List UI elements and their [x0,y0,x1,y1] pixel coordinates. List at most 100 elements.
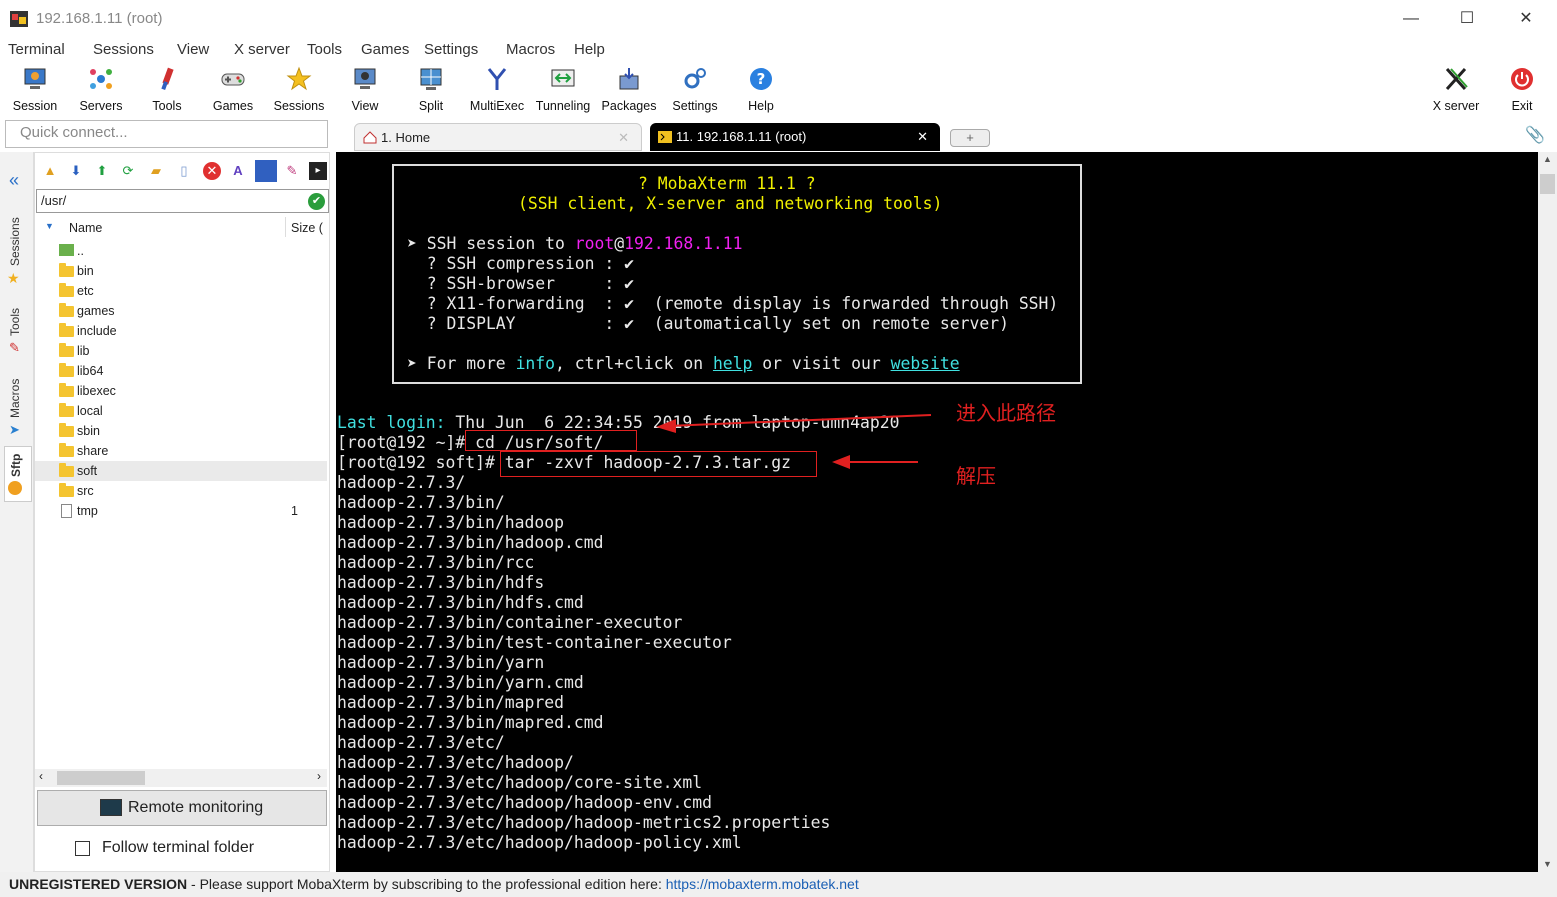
tab-ssh-session[interactable]: 11. 192.168.1.11 (root) ✕ [650,123,940,151]
remote-monitoring-button[interactable]: Remote monitoring [37,790,327,826]
list-item[interactable]: lib64 [35,361,327,381]
scroll-thumb[interactable] [1540,174,1555,194]
open-terminal-icon[interactable]: ▸ [309,162,327,180]
side-tab-sessions[interactable]: Sessions ★ [4,210,32,290]
tab-home-close-icon[interactable]: ✕ [618,130,629,146]
side-tab-sftp[interactable]: Sftp [4,446,32,502]
list-item[interactable]: local [35,401,327,421]
list-item[interactable]: bin [35,261,327,281]
new-tab-button[interactable]: + [950,129,990,147]
tab-home[interactable]: 1. Home ✕ [354,123,642,151]
minimize-button[interactable]: — [1388,4,1434,34]
menu-help[interactable]: Help [574,41,605,58]
xserver-button[interactable]: X server [1423,64,1489,116]
output-line: hadoop-2.7.3/etc/hadoop/hadoop-metrics2.… [337,813,831,832]
path-go-icon[interactable]: ✔ [308,193,325,210]
exit-button[interactable]: Exit [1489,64,1555,116]
menu-macros[interactable]: Macros [506,41,555,58]
view-button[interactable]: View [332,64,398,116]
permissions-icon[interactable]: ✎ [283,162,301,180]
follow-folder-checkbox[interactable] [75,841,90,856]
scroll-right-icon[interactable]: › [317,769,321,783]
output-line: hadoop-2.7.3/bin/hdfs.cmd [337,593,584,612]
list-item[interactable]: include [35,321,327,341]
list-item[interactable]: lib [35,341,327,361]
column-size[interactable]: Size ( [291,221,323,235]
list-item[interactable]: sbin [35,421,327,441]
output-line: hadoop-2.7.3/bin/mapred.cmd [337,713,604,732]
list-item[interactable]: share [35,441,327,461]
upload-icon[interactable]: ⬆ [93,162,111,180]
banner-display: ? DISPLAY : ✔ (automatically set on remo… [407,314,1009,333]
tunneling-button[interactable]: Tunneling [530,64,596,116]
split-button[interactable]: Split [398,64,464,116]
packages-button[interactable]: Packages [596,64,662,116]
gear-icon [684,68,706,89]
list-item[interactable]: tmp 1 [35,501,327,521]
scroll-up-icon[interactable]: ▲ [1543,154,1552,164]
column-name[interactable]: Name [69,221,102,235]
list-item[interactable]: src [35,481,327,501]
download-icon[interactable]: ⬇ [67,162,85,180]
toolbar: Session Servers Tools Games Sessions Vie… [0,62,1557,118]
quick-connect-input[interactable]: Quick connect... [5,120,328,148]
mobaxterm-logo-icon [10,11,28,27]
list-item[interactable]: .. [35,241,327,261]
menu-view[interactable]: View [177,41,209,58]
scroll-thumb[interactable] [57,771,145,785]
help-button[interactable]: ? Help [728,64,794,116]
banner-more-line: ➤ For more info, ctrl+click on help or v… [407,354,960,373]
title-bar: 192.168.1.11 (root) — ☐ ✕ [0,0,1557,38]
list-item-selected[interactable]: soft [35,461,327,481]
terminal-view[interactable]: ? MobaXterm 11.1 ? (SSH client, X-server… [336,152,1538,872]
menu-terminal[interactable]: Terminal [8,41,65,58]
list-item[interactable]: libexec [35,381,327,401]
settings-button[interactable]: Settings [662,64,728,116]
tab-ssh-close-icon[interactable]: ✕ [917,129,928,145]
menu-sessions[interactable]: Sessions [93,41,154,58]
session-button[interactable]: Session [2,64,68,116]
mobatek-link[interactable]: https://mobaxterm.mobatek.net [666,876,859,892]
sessions-button[interactable]: Sessions [266,64,332,116]
tools-button[interactable]: Tools [134,64,200,116]
side-tab-macros[interactable]: Macros ➤ [4,374,32,444]
close-window-button[interactable]: ✕ [1503,4,1549,34]
sftp-toolbar: ▲ ⬇ ⬆ ⟳ ▰ ▯ ✕ A ✎ ▸ [35,159,331,187]
paperclip-icon[interactable]: 📎 [1525,125,1545,145]
collapse-panel-icon[interactable]: « [9,170,37,191]
delete-icon[interactable]: ✕ [203,162,221,180]
scroll-left-icon[interactable]: ‹ [39,769,43,783]
sftp-path-input[interactable]: /usr/ ✔ [36,189,329,213]
menu-xserver[interactable]: X server [234,41,290,58]
menu-games[interactable]: Games [361,41,409,58]
refresh-icon[interactable]: ⟳ [119,162,137,180]
scroll-down-icon[interactable]: ▼ [1543,859,1552,869]
new-file-icon[interactable]: ▯ [175,162,193,180]
folder-icon [59,283,74,297]
text-editor-icon[interactable] [255,160,277,182]
output-line: hadoop-2.7.3/bin/yarn.cmd [337,673,584,692]
output-line: hadoop-2.7.3/bin/mapred [337,693,564,712]
menu-tools[interactable]: Tools [307,41,342,58]
symlink-file-icon [61,504,72,518]
terminal-scrollbar[interactable]: ▲ ▼ [1538,152,1557,872]
servers-button[interactable]: Servers [68,64,134,116]
menu-settings[interactable]: Settings [424,41,478,58]
new-folder-icon[interactable]: ▰ [147,162,165,180]
multiexec-icon [487,68,507,90]
maximize-button[interactable]: ☐ [1444,4,1490,34]
parent-folder-icon[interactable]: ▲ [41,162,59,180]
side-tab-tools[interactable]: Tools ✎ [4,302,32,362]
multiexec-button[interactable]: MultiExec [464,64,530,116]
help-link[interactable]: help [713,354,752,373]
horizontal-scrollbar[interactable]: ‹ › [35,769,327,787]
rename-icon[interactable]: A [229,162,247,180]
games-button[interactable]: Games [200,64,266,116]
list-item[interactable]: games [35,301,327,321]
output-line: hadoop-2.7.3/bin/yarn [337,653,545,672]
annotation-arrows [656,414,932,469]
output-line: hadoop-2.7.3/bin/hadoop [337,513,564,532]
list-item[interactable]: etc [35,281,327,301]
output-line: hadoop-2.7.3/etc/hadoop/ [337,753,574,772]
website-link[interactable]: website [891,354,960,373]
